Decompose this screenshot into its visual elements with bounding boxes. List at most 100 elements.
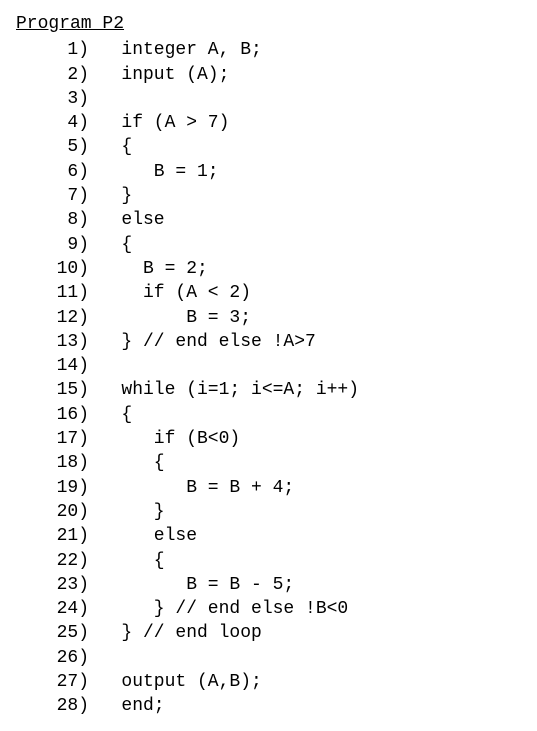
gutter-gap [89,500,111,524]
code-line: 14) [8,354,529,378]
gutter-gap [89,184,111,208]
line-number-paren: ) [78,670,89,694]
code-line: 17) if (B<0) [8,427,529,451]
line-number: 4 [35,111,78,135]
line-number: 14 [35,354,78,378]
code-line: 23) B = B - 5; [8,573,529,597]
code-line: 1) integer A, B; [8,38,529,62]
line-number: 15 [35,378,78,402]
gutter-gap [89,573,111,597]
line-number-paren: ) [78,573,89,597]
line-number-paren: ) [78,378,89,402]
line-number-paren: ) [78,597,89,621]
code-text: B = 2; [111,257,208,281]
line-number: 11 [35,281,78,305]
line-number: 16 [35,403,78,427]
code-line: 20) } [8,500,529,524]
code-text: { [111,233,133,257]
code-line: 28) end; [8,694,529,718]
gutter-gap [89,135,111,159]
line-number-paren: ) [78,646,89,670]
line-number: 27 [35,670,78,694]
code-text: input (A); [111,63,230,87]
code-text: integer A, B; [111,38,262,62]
code-line: 18) { [8,451,529,475]
line-number-paren: ) [78,330,89,354]
code-line: 7) } [8,184,529,208]
code-text: } [111,500,165,524]
gutter-gap [89,257,111,281]
code-text: } [111,184,133,208]
code-text: while (i=1; i<=A; i++) [111,378,359,402]
code-text: { [111,135,133,159]
code-text: B = 1; [111,160,219,184]
code-line: 19) B = B + 4; [8,476,529,500]
code-line: 3) [8,87,529,111]
code-line: 4) if (A > 7) [8,111,529,135]
line-number: 8 [35,208,78,232]
gutter-gap [89,476,111,500]
line-number-paren: ) [78,354,89,378]
code-line: 26) [8,646,529,670]
code-line: 21) else [8,524,529,548]
code-text: } // end else !B<0 [111,597,349,621]
gutter-gap [89,233,111,257]
line-number: 21 [35,524,78,548]
line-number: 2 [35,63,78,87]
line-number-paren: ) [78,38,89,62]
gutter-gap [89,451,111,475]
code-text: B = B + 4; [111,476,295,500]
line-number: 17 [35,427,78,451]
line-number-paren: ) [78,63,89,87]
code-line: 22) { [8,549,529,573]
code-text: { [111,403,133,427]
code-text: end; [111,694,165,718]
code-line: 27) output (A,B); [8,670,529,694]
code-line: 6) B = 1; [8,160,529,184]
line-number-paren: ) [78,184,89,208]
line-number-paren: ) [78,135,89,159]
line-number-paren: ) [78,306,89,330]
code-line: 16) { [8,403,529,427]
gutter-gap [89,281,111,305]
code-text: if (A < 2) [111,281,251,305]
line-number: 12 [35,306,78,330]
gutter-gap [89,330,111,354]
gutter-gap [89,378,111,402]
line-number: 23 [35,573,78,597]
line-number: 3 [35,87,78,111]
gutter-gap [89,621,111,645]
gutter-gap [89,597,111,621]
line-number: 25 [35,621,78,645]
code-line: 15) while (i=1; i<=A; i++) [8,378,529,402]
code-line: 9) { [8,233,529,257]
line-number: 24 [35,597,78,621]
gutter-gap [89,111,111,135]
line-number-paren: ) [78,694,89,718]
line-number-paren: ) [78,549,89,573]
code-line: 11) if (A < 2) [8,281,529,305]
line-number-paren: ) [78,451,89,475]
code-line: 24) } // end else !B<0 [8,597,529,621]
line-number: 18 [35,451,78,475]
gutter-gap [89,549,111,573]
line-number: 22 [35,549,78,573]
code-text: } // end else !A>7 [111,330,316,354]
line-number: 20 [35,500,78,524]
line-number-paren: ) [78,87,89,111]
line-number: 5 [35,135,78,159]
line-number-paren: ) [78,281,89,305]
line-number-paren: ) [78,160,89,184]
line-number: 26 [35,646,78,670]
line-number-paren: ) [78,233,89,257]
code-text: else [111,208,165,232]
gutter-gap [89,524,111,548]
code-text: { [111,451,165,475]
code-line: 8) else [8,208,529,232]
code-text: if (B<0) [111,427,241,451]
code-text: if (A > 7) [111,111,230,135]
gutter-gap [89,160,111,184]
line-number-paren: ) [78,476,89,500]
gutter-gap [89,670,111,694]
code-text: else [111,524,197,548]
